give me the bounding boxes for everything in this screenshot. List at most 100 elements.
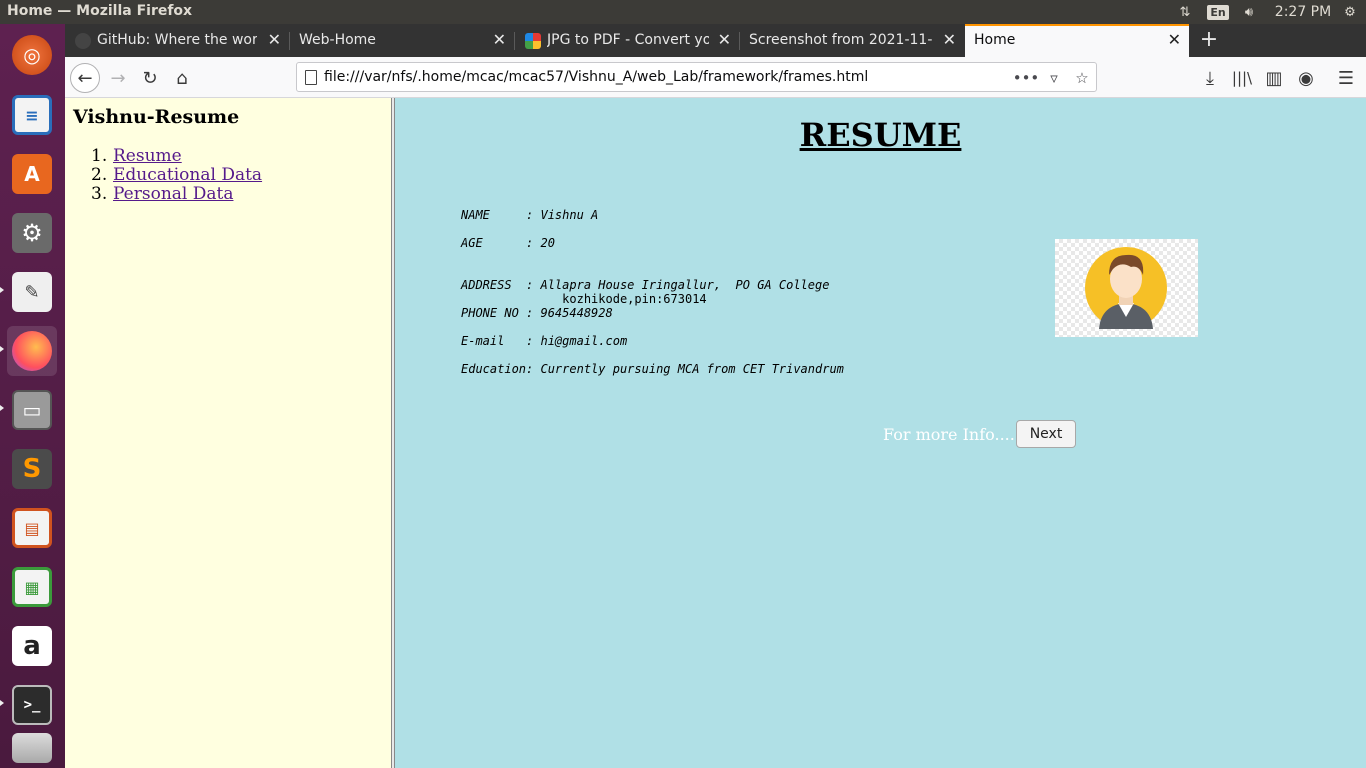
running-indicator bbox=[0, 700, 4, 706]
close-icon[interactable]: ✕ bbox=[718, 30, 731, 49]
amazon-launcher[interactable]: a bbox=[7, 621, 57, 671]
tab-github[interactable]: GitHub: Where the world ✕ bbox=[65, 24, 289, 57]
impress-icon: ▤ bbox=[12, 508, 52, 548]
terminal-launcher[interactable]: >_ bbox=[7, 680, 57, 730]
list-number: 3. bbox=[91, 184, 108, 204]
amazon-a-icon: a bbox=[12, 626, 52, 666]
close-icon[interactable]: ✕ bbox=[268, 30, 281, 49]
keyboard-layout-indicator[interactable]: En bbox=[1207, 0, 1229, 24]
text-editor-launcher[interactable]: ✎ bbox=[7, 267, 57, 317]
tab-title: JPG to PDF - Convert yo bbox=[547, 32, 709, 48]
tab-title: GitHub: Where the world bbox=[97, 32, 257, 48]
ubuntu-logo-icon: ◎ bbox=[12, 35, 52, 75]
close-icon[interactable]: ✕ bbox=[493, 30, 506, 49]
profile-avatar bbox=[1055, 239, 1198, 337]
tab-title: Home bbox=[974, 32, 1016, 48]
libreoffice-impress-launcher[interactable]: ▤ bbox=[7, 503, 57, 553]
forward-arrow-icon[interactable]: → bbox=[103, 63, 133, 93]
personal-data-link[interactable]: Personal Data bbox=[113, 184, 233, 204]
ubuntu-software-launcher[interactable]: A bbox=[7, 149, 57, 199]
left-frame: Vishnu-Resume 1. Resume 2. Educational D… bbox=[65, 98, 391, 768]
running-indicator bbox=[0, 346, 4, 352]
reload-icon[interactable]: ↻ bbox=[135, 63, 165, 93]
system-menu-gear-icon[interactable]: ⚙ bbox=[1338, 0, 1362, 24]
running-indicator bbox=[0, 405, 4, 411]
ubuntu-dash-button[interactable]: ◎ bbox=[7, 30, 57, 80]
downloads-icon[interactable]: ⤓ bbox=[1195, 63, 1225, 93]
volume-icon[interactable]: 🔊︎ bbox=[1238, 0, 1260, 24]
network-icon[interactable]: ⇅ bbox=[1174, 0, 1196, 24]
keyboard-layout-label: En bbox=[1207, 4, 1229, 20]
list-item: 1. Resume bbox=[91, 146, 262, 166]
trash-launcher[interactable] bbox=[7, 729, 57, 767]
file-cabinet-icon: ▭ bbox=[12, 390, 52, 430]
tab-title: Screenshot from 2021-11-1 bbox=[749, 32, 933, 48]
files-launcher[interactable]: ▭ bbox=[7, 385, 57, 435]
more-info-text: For more Info.... bbox=[883, 425, 1015, 444]
age-line: AGE : 20 bbox=[461, 236, 555, 250]
new-tab-plus-icon[interactable]: + bbox=[1197, 28, 1221, 52]
pocket-icon[interactable]: ▿ bbox=[1043, 67, 1065, 89]
account-icon[interactable]: ◉ bbox=[1291, 63, 1321, 93]
launcher: ◎ ≡ A ⚙ ✎ ▭ S ▤ ▦ a >_ bbox=[0, 24, 65, 768]
navigation-toolbar: ← → ↻ ⌂ file:///var/nfs/.home/mcac/mcac5… bbox=[65, 57, 1366, 98]
list-number: 1. bbox=[91, 146, 108, 166]
software-bag-icon: A bbox=[12, 154, 52, 194]
tab-jpg-to-pdf[interactable]: JPG to PDF - Convert yo ✕ bbox=[515, 24, 739, 57]
education-line: Education: Currently pursuing MCA from C… bbox=[461, 362, 844, 376]
library-icon[interactable]: |||\ bbox=[1227, 63, 1257, 93]
list-number: 2. bbox=[91, 165, 108, 185]
stacked-windows-icon bbox=[12, 733, 52, 763]
ilovepdf-icon bbox=[525, 33, 541, 49]
email-line: E-mail : hi@gmail.com bbox=[461, 334, 628, 348]
window-title: Home — Mozilla Firefox bbox=[7, 3, 193, 19]
text-editor-icon: ✎ bbox=[12, 272, 52, 312]
clock[interactable]: 2:27 PM bbox=[1270, 0, 1336, 24]
system-settings-launcher[interactable]: ⚙ bbox=[7, 208, 57, 258]
address-line-2: kozhikode,pin:673014 bbox=[461, 292, 707, 306]
close-icon[interactable]: ✕ bbox=[943, 30, 956, 49]
tab-screenshot[interactable]: Screenshot from 2021-11-1 ✕ bbox=[740, 24, 964, 57]
running-indicator bbox=[0, 287, 4, 293]
list-item: 2. Educational Data bbox=[91, 165, 262, 185]
sidebar-icon[interactable]: ▥ bbox=[1259, 63, 1289, 93]
resume-title: RESUME bbox=[799, 116, 962, 154]
sublime-s-icon: S bbox=[12, 449, 52, 489]
terminal-icon: >_ bbox=[12, 685, 52, 725]
calc-icon: ▦ bbox=[12, 567, 52, 607]
writer-icon: ≡ bbox=[12, 95, 52, 135]
hamburger-menu-icon[interactable]: ☰ bbox=[1331, 63, 1361, 93]
name-line: NAME : Vishnu A bbox=[461, 208, 599, 222]
page-file-icon bbox=[305, 70, 317, 85]
resume-link[interactable]: Resume bbox=[113, 146, 182, 166]
list-item: 3. Personal Data bbox=[91, 184, 262, 204]
tab-home[interactable]: Home ✕ bbox=[965, 24, 1189, 57]
close-icon[interactable]: ✕ bbox=[1168, 30, 1181, 49]
home-icon[interactable]: ⌂ bbox=[167, 63, 197, 93]
avatar-person-icon bbox=[1085, 247, 1167, 329]
url-bar[interactable]: file:///var/nfs/.home/mcac/mcac57/Vishnu… bbox=[296, 62, 1097, 92]
libreoffice-calc-launcher[interactable]: ▦ bbox=[7, 562, 57, 612]
left-frame-heading: Vishnu-Resume bbox=[73, 106, 240, 128]
url-text[interactable]: file:///var/nfs/.home/mcac/mcac57/Vishnu… bbox=[324, 69, 868, 85]
page-actions-ellipsis-icon[interactable]: ••• bbox=[1013, 67, 1040, 89]
tab-web-home[interactable]: Web-Home ✕ bbox=[290, 24, 514, 57]
firefox-launcher[interactable] bbox=[7, 326, 57, 376]
firefox-window: GitHub: Where the world ✕ Web-Home ✕ JPG… bbox=[65, 24, 1366, 768]
top-panel: Home — Mozilla Firefox ⇅ En 🔊︎ 2:27 PM ⚙ bbox=[0, 0, 1366, 24]
nav-link-list: 1. Resume 2. Educational Data 3. Persona… bbox=[91, 146, 262, 204]
right-frame: RESUME NAME : Vishnu A AGE : 20 ADDRESS … bbox=[395, 98, 1366, 768]
page-content: Vishnu-Resume 1. Resume 2. Educational D… bbox=[65, 98, 1366, 768]
back-arrow-icon[interactable]: ← bbox=[70, 63, 100, 93]
bookmark-star-icon[interactable]: ☆ bbox=[1071, 67, 1093, 89]
sublime-text-launcher[interactable]: S bbox=[7, 444, 57, 494]
educational-data-link[interactable]: Educational Data bbox=[113, 165, 262, 185]
tab-title: Web-Home bbox=[299, 32, 376, 48]
github-icon bbox=[75, 33, 91, 49]
next-button[interactable]: Next bbox=[1016, 420, 1076, 448]
tab-strip: GitHub: Where the world ✕ Web-Home ✕ JPG… bbox=[65, 24, 1366, 57]
settings-wrench-icon: ⚙ bbox=[12, 213, 52, 253]
address-line: ADDRESS : Allapra House Iringallur, PO G… bbox=[461, 278, 830, 292]
libreoffice-writer-launcher[interactable]: ≡ bbox=[7, 90, 57, 140]
firefox-icon bbox=[12, 331, 52, 371]
